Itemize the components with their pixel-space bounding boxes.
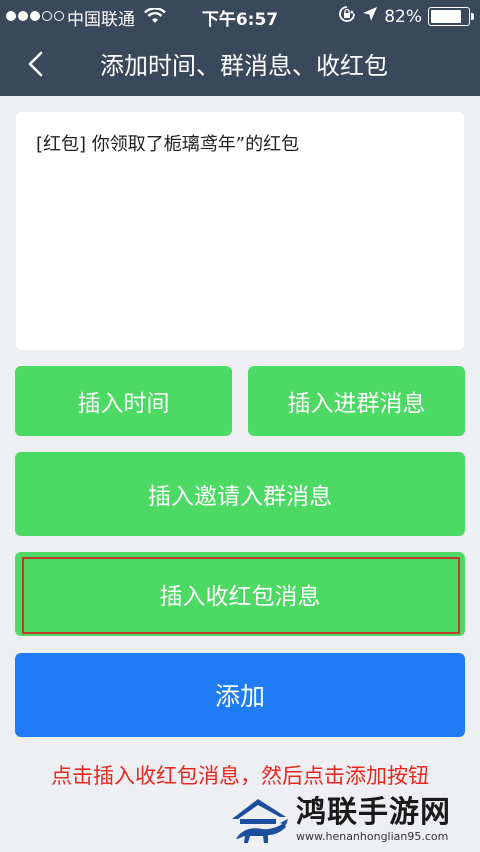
insert-invite-group-button[interactable]: 插入邀请入群消息 bbox=[15, 452, 465, 536]
insert-red-packet-button[interactable]: 插入收红包消息 bbox=[15, 552, 465, 636]
watermark-text: 鸿联手游网 www.henanhonglian95.com bbox=[296, 796, 451, 844]
battery-fill bbox=[431, 10, 461, 23]
battery-icon bbox=[428, 7, 474, 26]
page-title: 添加时间、群消息、收红包 bbox=[100, 52, 388, 80]
status-right-group: 82% bbox=[338, 5, 474, 28]
app-header: 中国联通 下午6:57 82% 添加时间、群消息、收红包 bbox=[0, 0, 480, 96]
message-text: [红包] 你领取了栀璃鸢年”的红包 bbox=[36, 134, 300, 155]
watermark: 鸿联手游网 www.henanhonglian95.com bbox=[228, 792, 476, 848]
status-bar: 中国联通 下午6:57 82% bbox=[0, 0, 480, 32]
nav-bar: 添加时间、群消息、收红包 bbox=[0, 32, 480, 96]
watermark-logo-icon bbox=[232, 799, 288, 843]
add-button[interactable]: 添加 bbox=[15, 653, 465, 737]
instruction-text: 点击插入收红包消息，然后点击添加按钮 bbox=[51, 764, 429, 788]
location-arrow-icon bbox=[362, 6, 378, 27]
insert-join-group-button[interactable]: 插入进群消息 bbox=[248, 366, 465, 436]
battery-percent: 82% bbox=[384, 6, 422, 27]
message-text-area[interactable]: [红包] 你领取了栀璃鸢年”的红包 bbox=[16, 112, 464, 350]
rotation-lock-icon bbox=[338, 5, 356, 28]
watermark-name: 鸿联手游网 bbox=[296, 795, 451, 830]
insert-time-button[interactable]: 插入时间 bbox=[15, 366, 232, 436]
watermark-url: www.henanhonglian95.com bbox=[296, 830, 449, 843]
